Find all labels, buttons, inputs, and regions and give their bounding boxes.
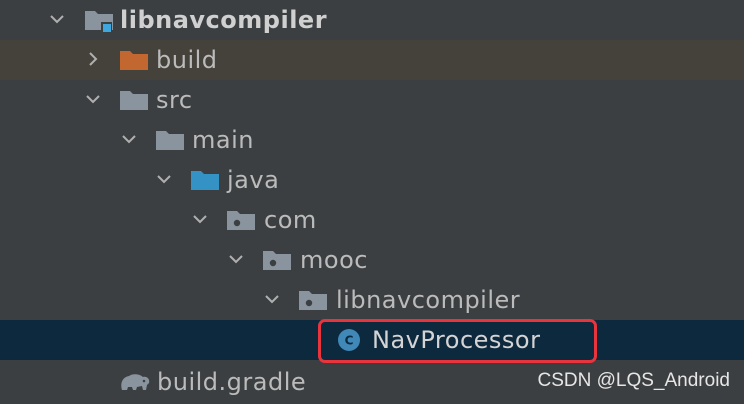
tree-item-java[interactable]: java: [0, 160, 744, 200]
class-badge: C: [345, 334, 354, 348]
tree-item-label: src: [156, 86, 193, 114]
tree-item-label: libnavcompiler: [120, 6, 328, 34]
folder-icon: [120, 91, 148, 110]
folder-icon: [156, 131, 184, 150]
chevron-down-icon[interactable]: [157, 172, 171, 186]
tree-item-src[interactable]: src: [0, 80, 744, 120]
gradle-elephant-icon: [121, 374, 150, 390]
package-icon: [227, 211, 255, 230]
chevron-down-icon[interactable]: [265, 292, 279, 306]
tree-item-build[interactable]: build: [0, 40, 744, 80]
tree-item-mooc[interactable]: mooc: [0, 240, 744, 280]
chevron-down-icon[interactable]: [122, 132, 136, 146]
chevron-down-icon[interactable]: [193, 212, 207, 226]
package-icon: [299, 291, 327, 310]
watermark: CSDN @LQS_Android: [537, 370, 730, 391]
tree-item-main[interactable]: main: [0, 120, 744, 160]
package-icon: [263, 251, 291, 270]
tree-item-libnavcompiler-package[interactable]: libnavcompiler: [0, 280, 744, 320]
chevron-down-icon[interactable]: [86, 92, 100, 106]
source-root-folder-icon: [191, 171, 219, 190]
tree-item-label: main: [192, 126, 254, 154]
tree-item-label: java: [227, 166, 280, 194]
module-folder-icon: [85, 11, 113, 32]
tree-item-label: build.gradle: [157, 368, 307, 396]
tree-item-navprocessor[interactable]: C NavProcessor: [0, 320, 744, 360]
tree-item-label: mooc: [300, 246, 368, 274]
tree-item-label: com: [264, 206, 317, 234]
tree-item-com[interactable]: com: [0, 200, 744, 240]
project-tree: libnavcompiler build src main java com m…: [0, 0, 744, 404]
tree-item-label: NavProcessor: [372, 326, 541, 354]
excluded-folder-icon: [120, 51, 148, 70]
chevron-down-icon[interactable]: [229, 252, 243, 266]
chevron-down-icon[interactable]: [50, 12, 64, 26]
tree-item-label: libnavcompiler: [336, 286, 521, 314]
tree-item-label: build: [156, 46, 218, 74]
tree-item-libnavcompiler-module[interactable]: libnavcompiler: [0, 0, 744, 40]
chevron-right-icon[interactable]: [86, 52, 100, 66]
java-class-icon: C: [338, 329, 360, 351]
